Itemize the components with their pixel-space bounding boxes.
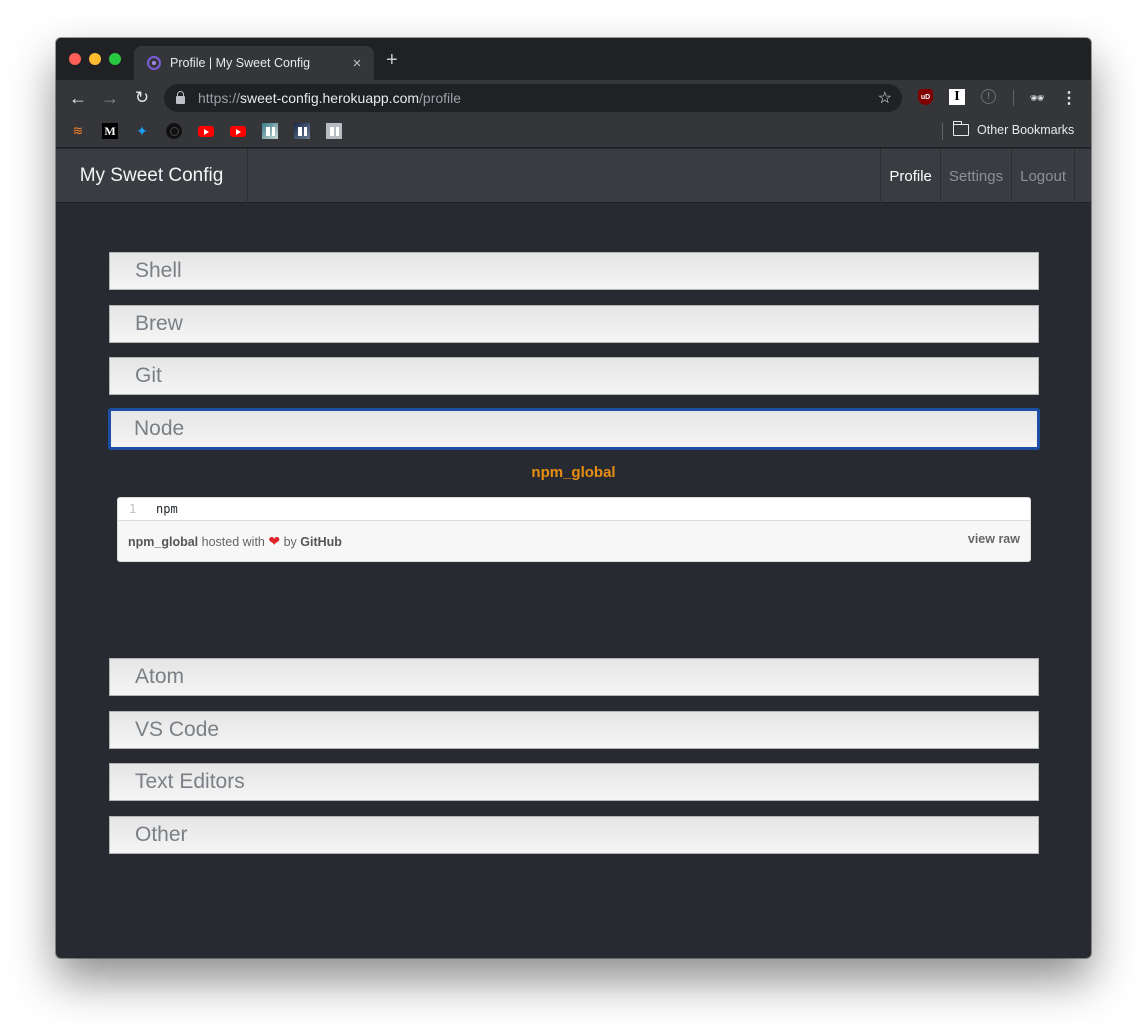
section-text-editors[interactable]: Text Editors [109,763,1039,801]
line-number: 1 [129,502,137,516]
info-extension-icon[interactable]: ! [981,89,996,104]
browser-tab[interactable]: Profile | My Sweet Config × [134,46,374,80]
close-window-button[interactable] [69,53,81,65]
brand-link[interactable]: My Sweet Config [56,149,248,203]
medium-bookmark-icon[interactable]: M [102,123,118,139]
url-host: sweet-config.herokuapp.com [240,90,420,106]
url-path: /profile [419,90,462,106]
nav-profile-link[interactable]: Profile [881,149,941,203]
nav-settings-link[interactable]: Settings [941,149,1013,203]
gist-title: npm_global [531,464,616,481]
app-navbar: My Sweet Config Profile Settings Logout [56,149,1091,203]
line-code: npm [156,502,178,516]
browser-window: Profile | My Sweet Config × + ← → ↻ http… [56,38,1091,958]
new-tab-button[interactable]: + [386,50,398,70]
bookmark-star-icon[interactable]: ☆ [878,88,892,108]
view-raw-link[interactable]: view raw [968,532,1020,546]
youtube-bookmark-icon[interactable] [230,126,246,137]
nav-links: Profile Settings Logout [880,149,1075,203]
other-bookmarks-button[interactable]: Other Bookmarks [952,121,1075,137]
section-shell[interactable]: Shell [109,252,1039,290]
instapaper-icon[interactable]: I [949,89,965,105]
gist-code-line: 1 npm [118,498,1030,521]
nav-logout-link[interactable]: Logout [1012,149,1075,203]
url-scheme: https:// [198,90,241,106]
toolbar-divider [1013,90,1014,106]
section-brew[interactable]: Brew [109,305,1039,343]
folder-icon [952,121,969,136]
section-git[interactable]: Git [109,357,1039,395]
incognito-icon[interactable]: 🕶 [1028,89,1046,107]
gist-credit: npm_global hosted with ❤ by GitHub [128,533,342,550]
bookmarks-bar: ≋ M ✦ Other Bookmarks [56,116,1091,148]
lock-icon [176,91,185,104]
section-node[interactable]: Node [108,408,1040,450]
reload-button[interactable]: ↻ [130,87,154,109]
browser-toolbar: ← → ↻ https://sweet-config.herokuapp.com… [56,80,1091,116]
forward-button[interactable]: → [98,87,122,109]
minimize-window-button[interactable] [89,53,101,65]
trello-bookmark-icon[interactable] [326,123,342,139]
section-other[interactable]: Other [109,816,1039,854]
back-button[interactable]: ← [66,87,90,109]
gist-file-link[interactable]: npm_global [128,535,198,549]
atom-favicon-icon [147,56,161,70]
ublock-origin-icon[interactable]: uD [918,89,933,105]
gist-embed: 1 npm npm_global hosted with ❤ by GitHub… [117,497,1031,562]
github-bookmark-icon[interactable] [166,123,182,139]
address-bar[interactable]: https://sweet-config.herokuapp.com/profi… [164,84,902,112]
bookmarks-divider [942,123,943,140]
gist-footer: npm_global hosted with ❤ by GitHub view … [118,521,1030,561]
other-bookmarks-label: Other Bookmarks [977,123,1075,137]
by-text: by [283,535,297,549]
maximize-window-button[interactable] [109,53,121,65]
browser-menu-icon[interactable]: ⋮ [1061,89,1077,107]
url-text: https://sweet-config.herokuapp.com/profi… [198,90,461,106]
close-tab-icon[interactable]: × [346,55,368,72]
tab-title: Profile | My Sweet Config [170,56,311,70]
section-atom[interactable]: Atom [109,658,1039,696]
trello-bookmark-icon[interactable] [294,123,310,139]
stack-overflow-bookmark-icon[interactable]: ≋ [70,123,86,139]
hosted-with-text: hosted with [201,535,265,549]
section-vs-code[interactable]: VS Code [109,711,1039,749]
tab-strip: Profile | My Sweet Config × + [56,38,1091,80]
github-link[interactable]: GitHub [300,535,342,549]
heart-icon: ❤ [268,533,281,549]
twitter-bookmark-icon[interactable]: ✦ [134,123,150,139]
youtube-bookmark-icon[interactable] [198,126,214,137]
trello-bookmark-icon[interactable] [262,123,278,139]
